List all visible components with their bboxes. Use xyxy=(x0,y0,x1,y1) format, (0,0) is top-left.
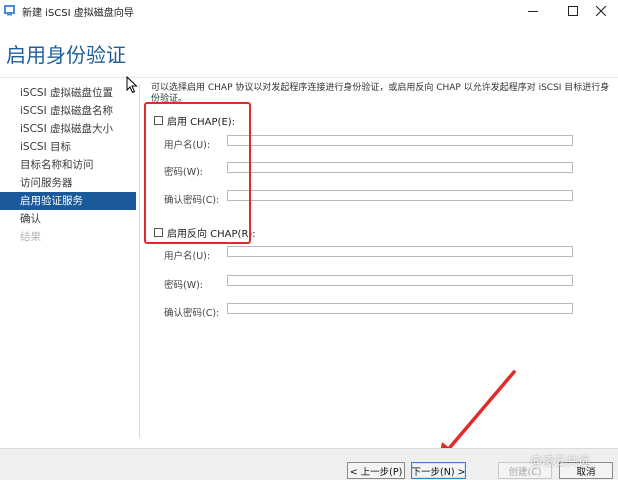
step-confirmation[interactable]: 确认 xyxy=(0,210,136,228)
chap-confirm-input[interactable] xyxy=(227,190,573,201)
chap-username-input[interactable] xyxy=(227,135,573,146)
window-title: 新建 iSCSI 虚拟磁盘向导 xyxy=(22,8,134,19)
step-enable-auth[interactable]: 启用验证服务 xyxy=(0,192,136,210)
minimize-icon xyxy=(528,11,538,12)
step-disk-name[interactable]: iSCSI 虚拟磁盘名称 xyxy=(0,102,136,120)
watermark: @凌云共远 xyxy=(530,454,591,468)
close-button[interactable] xyxy=(584,0,618,22)
maximize-icon xyxy=(568,6,578,16)
reverse-chap-password-input[interactable] xyxy=(227,275,573,286)
close-icon xyxy=(596,6,606,16)
minimize-button[interactable] xyxy=(516,0,550,22)
next-button[interactable]: 下一步(N) > xyxy=(411,462,466,479)
reverse-chap-username-input[interactable] xyxy=(227,246,573,257)
step-disk-location[interactable]: iSCSI 虚拟磁盘位置 xyxy=(0,84,136,102)
wizard-header: 启用身份验证 xyxy=(0,22,618,78)
step-disk-size[interactable]: iSCSI 虚拟磁盘大小 xyxy=(0,120,136,138)
step-access-servers[interactable]: 访问服务器 xyxy=(0,174,136,192)
step-target-name-access[interactable]: 目标名称和访问 xyxy=(0,156,136,174)
wizard-footer: < 上一步(P) 下一步(N) > 创建(C) 取消 xyxy=(0,448,618,480)
app-icon xyxy=(4,5,15,16)
reverse-chap-password-label: 密码(W): xyxy=(164,280,204,291)
wizard-steps: iSCSI 虚拟磁盘位置 iSCSI 虚拟磁盘名称 iSCSI 虚拟磁盘大小 i… xyxy=(0,84,136,246)
chap-password-input[interactable] xyxy=(227,162,573,173)
reverse-chap-confirm-input[interactable] xyxy=(227,303,573,314)
step-results: 结果 xyxy=(20,231,41,243)
annotation-highlight-box xyxy=(144,102,251,244)
previous-button[interactable]: < 上一步(P) xyxy=(347,462,405,479)
mouse-cursor-icon xyxy=(126,76,138,94)
reverse-chap-confirm-label: 确认密码(C): xyxy=(164,308,220,319)
page-title: 启用身份验证 xyxy=(6,43,126,67)
reverse-chap-username-label: 用户名(U): xyxy=(164,251,211,262)
steps-divider xyxy=(139,84,140,438)
step-iscsi-target[interactable]: iSCSI 目标 xyxy=(0,138,136,156)
title-bar: 新建 iSCSI 虚拟磁盘向导 xyxy=(0,0,618,22)
